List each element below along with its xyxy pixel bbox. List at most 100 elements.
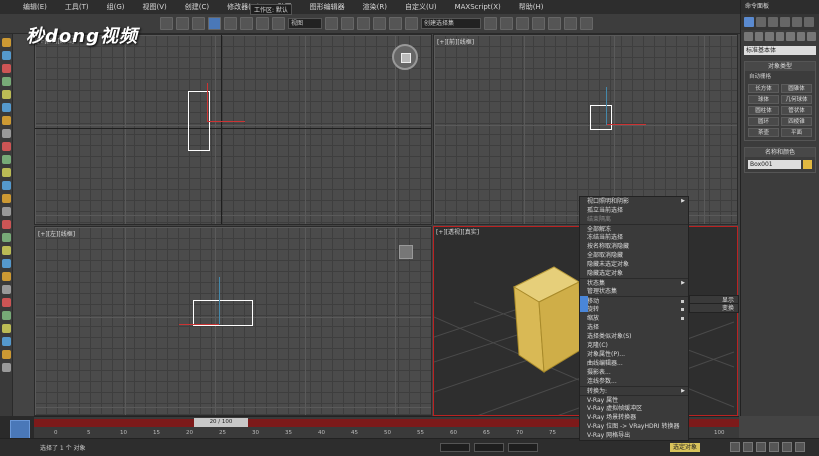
box-object-wireframe[interactable] [590, 105, 612, 130]
tool-icon[interactable] [2, 337, 11, 346]
y-coord-field[interactable] [474, 443, 504, 452]
box-button[interactable]: 长方体 [748, 84, 779, 93]
context-menu-item[interactable]: 隐藏选定对象 [580, 269, 688, 278]
percent-snap-icon[interactable] [373, 17, 386, 30]
select-by-name-icon[interactable] [224, 17, 237, 30]
key-filter-dropdown[interactable]: 选定对象 [670, 443, 701, 452]
context-menu-item[interactable]: 全部解冻 [580, 224, 688, 233]
context-menu-item[interactable]: 孤立当前选择 [580, 206, 688, 215]
tool-icon[interactable] [2, 168, 11, 177]
go-to-end-icon[interactable] [756, 442, 766, 452]
context-menu-item[interactable]: 状态集 ▶ [580, 278, 688, 287]
display-tab-icon[interactable] [792, 17, 802, 27]
navigation-cube-icon[interactable] [392, 44, 418, 70]
cone-button[interactable]: 圆锥体 [781, 84, 812, 93]
render-setup-icon[interactable] [548, 17, 561, 30]
pyramid-button[interactable]: 四棱锥 [781, 117, 812, 126]
geometry-icon[interactable] [744, 32, 753, 41]
context-menu-item[interactable]: V-Ray 属性 [580, 395, 688, 404]
teapot-button[interactable]: 茶壶 [748, 128, 779, 137]
context-menu-item[interactable]: 转换为: ▶ [580, 386, 688, 395]
viewport-label[interactable]: [+][前][线框] [437, 37, 474, 46]
named-selection-dropdown[interactable]: 创建选择集 [421, 18, 481, 29]
tool-icon[interactable] [2, 181, 11, 190]
context-menu-item[interactable]: V-Ray 位图 -> VRayHDRI 转换器 [580, 422, 688, 431]
tool-icon[interactable] [2, 324, 11, 333]
undo-icon[interactable] [160, 17, 173, 30]
menu-graph-editors[interactable]: 图形编辑器 [301, 0, 354, 14]
context-menu-item[interactable]: V-Ray 网格导出 [580, 431, 688, 440]
context-menu-item[interactable]: V-Ray 场景转换器 [580, 413, 688, 422]
plane-button[interactable]: 平面 [781, 128, 812, 137]
context-menu-item[interactable]: 隐藏未选定对象 [580, 260, 688, 269]
menu-rendering[interactable]: 渲染(R) [354, 0, 396, 14]
systems-icon[interactable] [807, 32, 817, 41]
primitive-category-dropdown[interactable]: 标准基本体 [744, 46, 816, 55]
context-menu-item[interactable]: 按名称取消隐藏 [580, 242, 688, 251]
context-menu-item[interactable]: 对象属性(P)... [580, 350, 688, 359]
menu-help[interactable]: 帮助(H) [510, 0, 553, 14]
rollout-header[interactable]: 名称和颜色 [745, 148, 815, 157]
hierarchy-tab-icon[interactable] [768, 17, 778, 27]
mirror-icon[interactable] [389, 17, 402, 30]
object-color-swatch[interactable] [803, 160, 812, 169]
modify-tab-icon[interactable] [756, 17, 766, 27]
tool-icon[interactable] [2, 51, 11, 60]
menu-views[interactable]: 视图(V) [134, 0, 176, 14]
menu-group[interactable]: 组(G) [98, 0, 134, 14]
torus-button[interactable]: 圆环 [748, 117, 779, 126]
time-slider-thumb[interactable]: 20 / 100 [194, 418, 248, 427]
tool-icon[interactable] [2, 142, 11, 151]
tool-icon[interactable] [2, 246, 11, 255]
context-menu-item[interactable]: 管理状态集 [580, 287, 688, 296]
zoom-icon[interactable] [782, 442, 792, 452]
menu-create[interactable]: 创建(C) [176, 0, 218, 14]
menu-customize[interactable]: 自定义(U) [396, 0, 446, 14]
settings-box-icon[interactable] [681, 308, 684, 311]
cylinder-button[interactable]: 圆柱体 [748, 106, 779, 115]
spacewarps-icon[interactable] [796, 32, 806, 41]
render-frame-icon[interactable] [564, 17, 577, 30]
snap-icon[interactable] [341, 17, 354, 30]
context-menu-item[interactable]: 全部取消隐藏 [580, 251, 688, 260]
redo-icon[interactable] [176, 17, 189, 30]
tool-icon[interactable] [2, 285, 11, 294]
x-coord-field[interactable] [440, 443, 470, 452]
object-name-field[interactable]: Box001 [748, 160, 801, 169]
context-menu-item[interactable]: 连线参数... [580, 377, 688, 386]
create-tab-icon[interactable] [744, 17, 754, 27]
move-icon[interactable] [240, 17, 253, 30]
tool-icon[interactable] [2, 207, 11, 216]
context-menu-item[interactable]: 旋转 [580, 305, 688, 314]
layer-icon[interactable] [484, 17, 497, 30]
box-object-wireframe[interactable] [193, 300, 253, 326]
tool-icon[interactable] [2, 194, 11, 203]
schematic-icon[interactable] [516, 17, 529, 30]
pivot-icon[interactable] [325, 17, 338, 30]
tool-icon[interactable] [2, 129, 11, 138]
maxscript-listener-icon[interactable] [10, 420, 30, 440]
rotate-icon[interactable] [256, 17, 269, 30]
context-menu-item[interactable]: 冻结当前选择 [580, 233, 688, 242]
motion-tab-icon[interactable] [780, 17, 790, 27]
tool-icon[interactable] [2, 64, 11, 73]
context-menu-item[interactable]: 曲线编辑器... [580, 359, 688, 368]
time-config-icon[interactable] [769, 442, 779, 452]
tool-icon[interactable] [2, 116, 11, 125]
next-frame-icon[interactable] [743, 442, 753, 452]
menu-maxscript[interactable]: MAXScript(X) [446, 0, 510, 14]
tool-icon[interactable] [2, 155, 11, 164]
tool-icon[interactable] [2, 233, 11, 242]
settings-box-icon[interactable] [681, 317, 684, 320]
context-menu-item[interactable]: 摄影表... [580, 368, 688, 377]
curve-editor-icon[interactable] [500, 17, 513, 30]
rollout-header[interactable]: 对象类型 [745, 62, 815, 71]
context-menu-item[interactable]: V-Ray 虚拟帧缓冲区 [580, 404, 688, 413]
viewport-label[interactable]: [+][左][线框] [38, 229, 75, 238]
render-icon[interactable] [580, 17, 593, 30]
context-menu-item[interactable]: 克隆(C) [580, 341, 688, 350]
tool-icon[interactable] [2, 259, 11, 268]
shapes-icon[interactable] [754, 32, 764, 41]
quad-menu-handle[interactable] [580, 296, 588, 312]
context-menu-item[interactable]: 移动 [580, 296, 688, 305]
